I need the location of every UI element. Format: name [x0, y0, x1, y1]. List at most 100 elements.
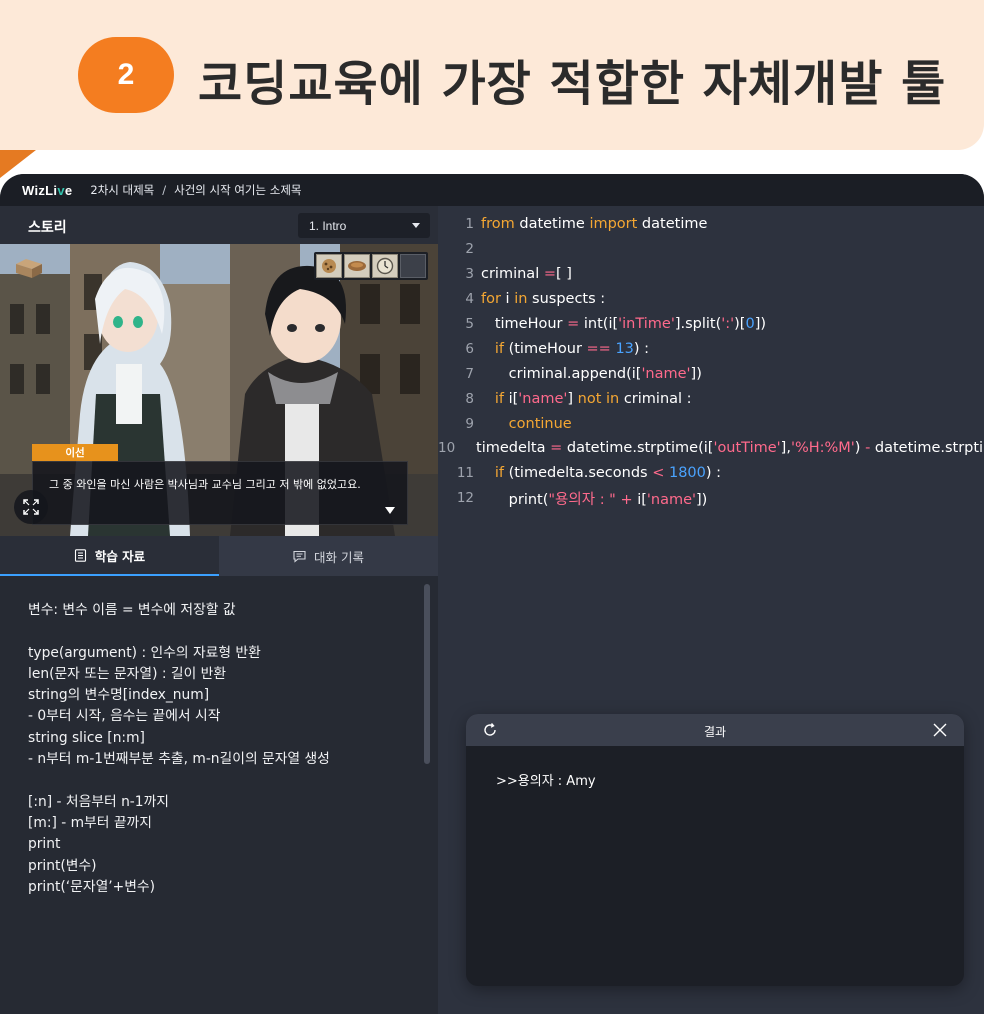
code-token: ':' [721, 316, 735, 332]
code-line[interactable]: 10 timedelta = datetime.strptime(i['outT… [438, 436, 984, 461]
code-line[interactable]: 6 if (timeHour == 13) : [438, 336, 984, 361]
code-token: i[ [503, 390, 519, 407]
code-token: not in [577, 390, 620, 407]
code-token: 'inTime' [618, 316, 675, 332]
bread-icon[interactable] [344, 254, 370, 278]
speaker-name: 이선 [32, 444, 118, 461]
cookie-icon[interactable] [316, 254, 342, 278]
code-token: import [589, 216, 638, 233]
code-token: = [543, 266, 556, 283]
fullscreen-button[interactable] [14, 490, 48, 524]
wizlive-logo[interactable]: WizLive [22, 183, 72, 198]
line-content: if (timeHour == 13) : [481, 341, 649, 357]
line-number: 10 [438, 440, 456, 457]
code-line[interactable]: 8 if i['name'] not in criminal : [438, 386, 984, 411]
code-line[interactable]: 9 continue [438, 411, 984, 436]
code-token: '%H:%M' [790, 440, 855, 457]
code-token: ]) [690, 365, 702, 382]
line-number: 4 [465, 291, 474, 308]
document-icon [74, 548, 86, 562]
code-token: datetime [637, 216, 708, 233]
breadcrumb-subtitle: 사건의 시작 여기는 소제목 [174, 183, 302, 197]
code-token: ) : [633, 340, 650, 357]
clock-icon[interactable] [372, 254, 398, 278]
code-line[interactable]: 1 from datetime import datetime [438, 212, 984, 237]
step-number-badge: 2 [78, 37, 174, 113]
line-content: if i['name'] not in criminal : [481, 391, 692, 407]
code-token: < [652, 465, 665, 482]
code-token: if [494, 340, 504, 357]
code-token: continue [508, 415, 572, 432]
dialog-box[interactable]: 그 중 와인을 마신 사람은 박사님과 교수님 그리고 저 밖에 없었고요. [32, 461, 408, 525]
code-token: = [550, 440, 563, 457]
code-token: ], [780, 440, 791, 457]
code-token: for [481, 291, 501, 308]
learning-materials: 변수: 변수 이름 = 변수에 저장할 값 type(argument) : 인… [0, 576, 438, 1014]
code-token: "용의자 : " [548, 491, 616, 508]
code-token: + [620, 491, 633, 508]
code-token: datetime.strptime(i [874, 440, 984, 457]
code-line[interactable]: 5 timeHour = int(i['inTime'].split(':')[… [438, 312, 984, 337]
chevron-down-icon [412, 223, 420, 228]
line-number: 1 [465, 216, 474, 233]
line-content: print("용의자 : " + i['name']) [481, 488, 708, 509]
code-token: = [567, 316, 580, 332]
code-token: timedelta [462, 440, 551, 457]
tab-learning-materials[interactable]: 학습 자료 [0, 536, 219, 576]
code-token: 1800 [668, 465, 706, 482]
panel-tabs: 학습 자료 대화 기록 [0, 536, 438, 576]
code-token: (timedelta.seconds [503, 465, 653, 482]
code-token: i[ [632, 491, 647, 508]
code-token: 13 [615, 340, 634, 357]
feature-banner: 2 코딩교육에 가장 적합한 자체개발 툴 [0, 0, 984, 150]
map-icon[interactable] [14, 256, 44, 280]
episode-select-value: 1. Intro [309, 218, 347, 233]
line-number: 5 [465, 316, 474, 332]
scrollbar[interactable] [424, 584, 430, 764]
dialog-text: 그 중 와인을 마신 사람은 박사님과 교수님 그리고 저 밖에 없었고요. [49, 478, 361, 491]
line-content: criminal =[ ] [481, 266, 572, 282]
result-window: 결과 >>용의자 : Amy [466, 714, 964, 986]
line-number: 11 [456, 465, 474, 482]
line-content: for i in suspects : [481, 291, 605, 307]
code-line[interactable]: 3 criminal =[ ] [438, 262, 984, 287]
code-token: timeHour [481, 316, 568, 332]
code-token: datetime.strptime(i[ [562, 440, 714, 457]
code-token: 'name' [646, 491, 697, 508]
line-content: from datetime import datetime [481, 216, 707, 232]
line-number: 6 [465, 340, 474, 357]
line-content: timeHour = int(i['inTime'].split(':')[0]… [481, 316, 766, 332]
code-line[interactable]: 12 print("용의자 : " + i['name']) [438, 486, 984, 511]
code-line[interactable]: 7 criminal.append(i['name']) [438, 361, 984, 386]
line-number: 8 [465, 390, 474, 407]
materials-text: 변수: 변수 이름 = 변수에 저장할 값 type(argument) : 인… [28, 602, 330, 895]
breadcrumb-chapter: 2차시 대제목 [90, 183, 155, 197]
code-token: 'outTime' [713, 440, 781, 457]
line-content: criminal.append(i['name']) [481, 366, 702, 382]
code-token: if [494, 465, 504, 482]
line-number: 9 [465, 415, 474, 432]
code-token: datetime [514, 216, 590, 233]
close-icon[interactable] [932, 722, 948, 738]
code-token: 0 [745, 316, 755, 332]
code-token: ] [567, 390, 578, 407]
code-token: ) [854, 440, 866, 457]
result-title: 결과 [703, 725, 727, 739]
line-number: 2 [465, 241, 474, 258]
tab-chat-history[interactable]: 대화 기록 [219, 536, 438, 576]
code-line[interactable]: 2 [438, 237, 984, 262]
next-arrow-icon[interactable] [385, 507, 395, 514]
code-token: in [514, 291, 528, 308]
empty-slot[interactable] [400, 254, 426, 278]
story-scene[interactable]: 이선 그 중 와인을 마신 사람은 박사님과 교수님 그리고 저 밖에 없었고요… [0, 244, 438, 536]
line-number: 12 [456, 490, 474, 507]
result-header: 결과 [466, 714, 964, 746]
episode-select[interactable]: 1. Intro [298, 213, 430, 238]
story-title: 스토리 [28, 220, 67, 236]
code-token: 'name' [518, 390, 568, 407]
code-line[interactable]: 4 for i in suspects : [438, 287, 984, 312]
line-number: 7 [465, 365, 474, 382]
code-line[interactable]: 11 if (timedelta.seconds < 1800) : [438, 461, 984, 486]
